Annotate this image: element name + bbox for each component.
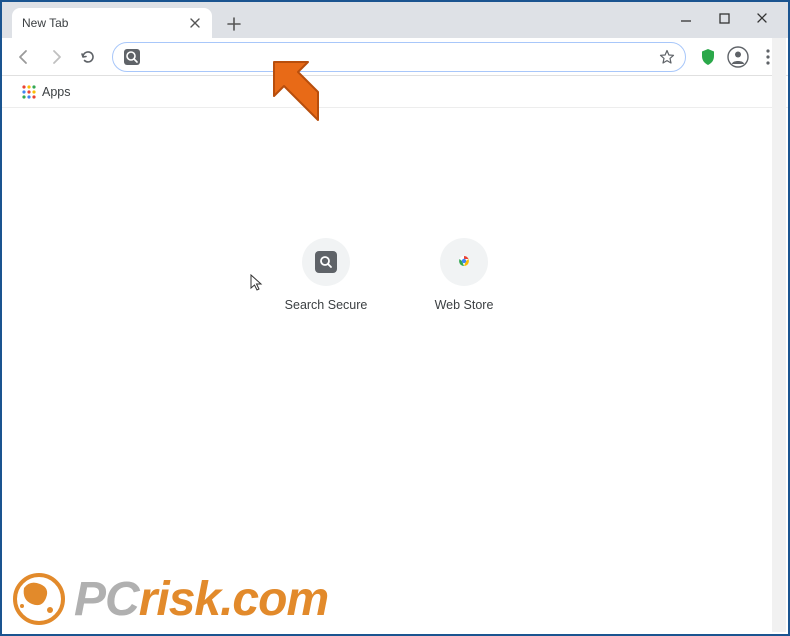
profile-button[interactable] bbox=[724, 43, 752, 71]
search-shield-icon bbox=[315, 251, 337, 273]
back-button[interactable] bbox=[10, 43, 38, 71]
shortcut-circle bbox=[440, 238, 488, 286]
tab-title: New Tab bbox=[22, 16, 180, 30]
forward-button[interactable] bbox=[42, 43, 70, 71]
tab-strip: New Tab bbox=[2, 2, 248, 38]
shortcut-label: Search Secure bbox=[285, 298, 368, 312]
address-bar[interactable] bbox=[112, 42, 686, 72]
shortcut-label: Web Store bbox=[435, 298, 494, 312]
watermark-text-rest: risk.com bbox=[139, 573, 328, 626]
pcrisk-watermark: PCrisk.com bbox=[10, 570, 328, 628]
apps-grid-icon bbox=[22, 85, 36, 99]
maximize-button[interactable] bbox=[714, 8, 734, 28]
watermark-text-pc: PC bbox=[74, 573, 139, 626]
bookmarks-bar: Apps bbox=[2, 76, 788, 108]
search-engine-icon bbox=[123, 48, 141, 66]
shortcut-circle bbox=[302, 238, 350, 286]
minimize-button[interactable] bbox=[676, 8, 696, 28]
shortcuts-row: Search Secure Web Store bbox=[281, 238, 509, 312]
tab-close-button[interactable] bbox=[188, 16, 202, 30]
vertical-scrollbar[interactable] bbox=[772, 38, 786, 632]
new-tab-button[interactable] bbox=[220, 10, 248, 38]
reload-button[interactable] bbox=[74, 43, 102, 71]
mouse-cursor-icon bbox=[250, 274, 264, 292]
browser-tab[interactable]: New Tab bbox=[12, 8, 212, 38]
shortcut-web-store[interactable]: Web Store bbox=[419, 238, 509, 312]
chrome-store-icon bbox=[454, 252, 474, 272]
apps-bookmark[interactable]: Apps bbox=[16, 81, 77, 103]
shortcut-search-secure[interactable]: Search Secure bbox=[281, 238, 371, 312]
apps-bookmark-label: Apps bbox=[42, 85, 71, 99]
watermark-globe-icon bbox=[10, 570, 68, 628]
window-chrome: New Tab bbox=[2, 2, 788, 38]
window-controls bbox=[676, 2, 788, 28]
content-area: Search Secure Web Store bbox=[2, 108, 788, 634]
close-window-button[interactable] bbox=[752, 8, 772, 28]
url-input[interactable] bbox=[147, 43, 659, 71]
bookmark-star-button[interactable] bbox=[659, 49, 675, 65]
toolbar bbox=[2, 38, 788, 76]
extension-shield-icon[interactable] bbox=[696, 45, 720, 69]
annotation-arrow-icon bbox=[260, 46, 332, 134]
